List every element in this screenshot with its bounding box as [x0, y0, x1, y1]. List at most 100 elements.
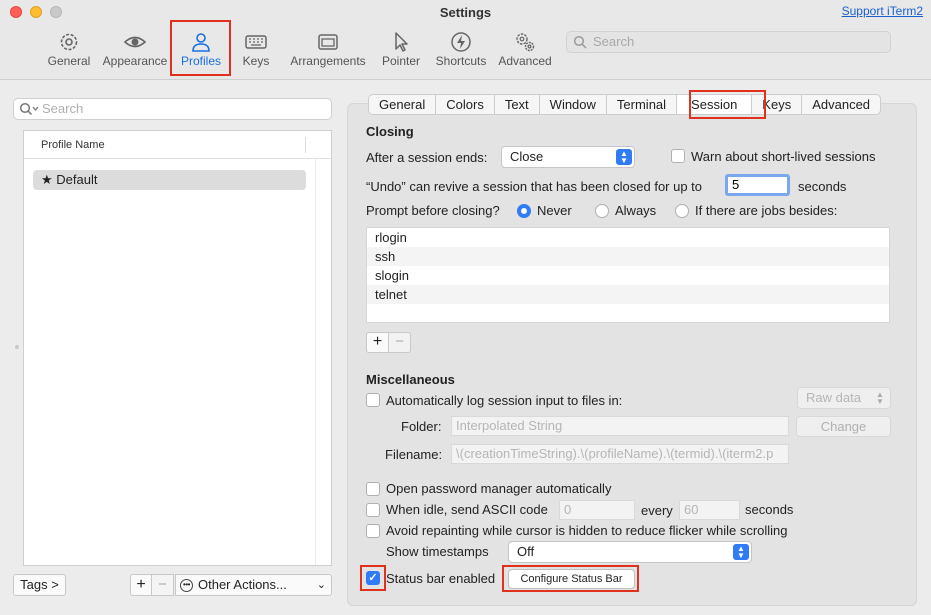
pointer-icon — [378, 28, 424, 54]
log-format-value: Raw data — [806, 390, 861, 405]
tags-button[interactable]: Tags > — [13, 574, 66, 596]
toolbar-advanced-label: Advanced — [498, 54, 552, 68]
updown-arrow-icon: ▲ ▼ — [876, 390, 884, 406]
windows-icon — [288, 28, 368, 54]
prompt-jobs-label: If there are jobs besides: — [695, 203, 838, 218]
settings-search-placeholder: Search — [593, 34, 635, 49]
undo-label: “Undo” can revive a session that has bee… — [366, 179, 703, 194]
avoid-repaint-label: Avoid repainting while cursor is hidden … — [386, 523, 788, 538]
status-bar-label: Status bar enabled — [386, 571, 496, 586]
tab-text[interactable]: Text — [493, 95, 539, 114]
timestamps-popup[interactable]: Off ▲ ▼ — [508, 541, 752, 563]
timestamps-value: Off — [517, 544, 535, 559]
search-filter-icon — [19, 102, 39, 122]
profile-search-input[interactable]: Search — [13, 98, 332, 120]
undo-seconds-input[interactable]: 5 — [725, 174, 790, 196]
status-bar-checkbox-highlight — [360, 565, 386, 591]
other-actions-menu[interactable]: ••• Other Actions... ⌄ — [175, 574, 332, 596]
session-tab-highlight-box — [689, 90, 766, 119]
add-profile-button[interactable]: + — [130, 574, 152, 596]
remove-job-button[interactable]: − — [389, 332, 411, 353]
list-item[interactable]: rlogin — [367, 228, 889, 247]
column-divider — [305, 137, 306, 153]
window-title: Settings — [439, 5, 492, 20]
password-manager-label: Open password manager automatically — [386, 481, 612, 496]
toolbar-appearance[interactable]: Appearance — [100, 28, 170, 74]
auto-log-checkbox[interactable] — [366, 393, 380, 407]
log-format-popup[interactable]: Raw data ▲ ▼ — [797, 387, 891, 409]
tab-advanced[interactable]: Advanced — [801, 95, 880, 114]
undo-unit-label: seconds — [798, 179, 847, 194]
prompt-always-radio[interactable] — [595, 204, 609, 218]
toolbar-arrangements[interactable]: Arrangements — [288, 28, 368, 74]
updown-arrow-icon: ▲ ▼ — [616, 149, 632, 165]
toolbar-appearance-label: Appearance — [102, 54, 168, 68]
toolbar-keys[interactable]: Keys — [238, 28, 274, 74]
auto-log-label: Automatically log session input to files… — [386, 393, 623, 408]
settings-window: Settings Support iTerm2 General Appearan… — [0, 0, 931, 615]
add-job-button[interactable]: + — [366, 332, 389, 353]
toolbar: Settings Support iTerm2 General Appearan… — [0, 0, 931, 80]
support-link[interactable]: Support iTerm2 — [842, 4, 923, 18]
folder-input[interactable]: Interpolated String — [451, 416, 789, 436]
warn-short-lived-checkbox[interactable] — [671, 149, 685, 163]
other-actions-label: Other Actions... — [198, 577, 287, 592]
settings-search-input[interactable]: Search — [566, 31, 891, 53]
warn-short-lived-label: Warn about short-lived sessions — [691, 149, 876, 164]
idle-every-label: every — [641, 503, 673, 518]
miscellaneous-heading: Miscellaneous — [366, 372, 455, 387]
keyboard-icon — [238, 28, 274, 54]
chevron-down-icon: ⌄ — [316, 579, 326, 591]
profile-search-placeholder: Search — [42, 101, 84, 116]
idle-send-checkbox[interactable] — [366, 503, 380, 517]
updown-arrow-icon: ▲ ▼ — [733, 544, 749, 560]
configure-status-bar-highlight — [502, 565, 639, 592]
ellipsis-icon: ••• — [180, 579, 193, 592]
toolbar-arrangements-label: Arrangements — [290, 54, 366, 68]
toolbar-pointer[interactable]: Pointer — [378, 28, 424, 74]
toolbar-keys-label: Keys — [242, 54, 270, 68]
list-item[interactable]: telnet — [367, 285, 889, 304]
profile-list[interactable]: Profile Name ★ Default — [23, 130, 332, 566]
prompt-label: Prompt before closing? — [366, 203, 500, 218]
toolbar-advanced[interactable]: Advanced — [497, 28, 553, 74]
avoid-repaint-checkbox[interactable] — [366, 524, 380, 538]
toolbar-shortcuts-label: Shortcuts — [435, 54, 487, 68]
closing-heading: Closing — [366, 124, 414, 139]
idle-seconds-input[interactable]: 60 — [679, 500, 740, 520]
toolbar-general[interactable]: General — [44, 28, 94, 74]
idle-seconds-label: seconds — [745, 502, 794, 517]
jobs-list[interactable]: rlogin ssh slogin telnet — [366, 227, 890, 323]
after-session-value: Close — [510, 149, 544, 164]
toolbar-pointer-label: Pointer — [381, 54, 421, 68]
tab-window[interactable]: Window — [538, 95, 606, 114]
gears-icon — [497, 28, 553, 54]
prompt-never-radio[interactable] — [517, 204, 531, 218]
toolbar-shortcuts[interactable]: Shortcuts — [433, 28, 489, 74]
profile-row-default[interactable]: ★ Default — [33, 170, 306, 190]
star-icon: ★ — [41, 172, 53, 187]
idle-ascii-code-input[interactable]: 0 — [559, 500, 635, 520]
bolt-icon — [433, 28, 489, 54]
gear-icon — [44, 28, 94, 54]
toolbar-general-label: General — [47, 54, 91, 68]
tab-general[interactable]: General — [369, 95, 435, 114]
split-view-handle[interactable] — [15, 345, 19, 349]
change-folder-button[interactable]: Change — [796, 416, 891, 437]
folder-label: Folder: — [401, 419, 442, 434]
profile-name-column-header[interactable]: Profile Name — [24, 131, 331, 159]
remove-profile-button[interactable]: − — [152, 574, 174, 596]
search-icon — [573, 35, 587, 55]
tab-terminal[interactable]: Terminal — [605, 95, 676, 114]
profile-tabs: General Colors Text Window Terminal Sess… — [368, 94, 882, 115]
idle-send-label: When idle, send ASCII code — [386, 502, 548, 517]
list-item[interactable]: slogin — [367, 266, 889, 285]
after-session-popup[interactable]: Close ▲ ▼ — [501, 146, 635, 168]
prompt-jobs-radio[interactable] — [675, 204, 689, 218]
eye-icon — [100, 28, 170, 54]
list-item[interactable]: ssh — [367, 247, 889, 266]
timestamps-label: Show timestamps — [386, 544, 489, 559]
tab-colors[interactable]: Colors — [435, 95, 494, 114]
filename-input[interactable]: \(creationTimeString).\(profileName).\(t… — [451, 444, 789, 464]
password-manager-checkbox[interactable] — [366, 482, 380, 496]
